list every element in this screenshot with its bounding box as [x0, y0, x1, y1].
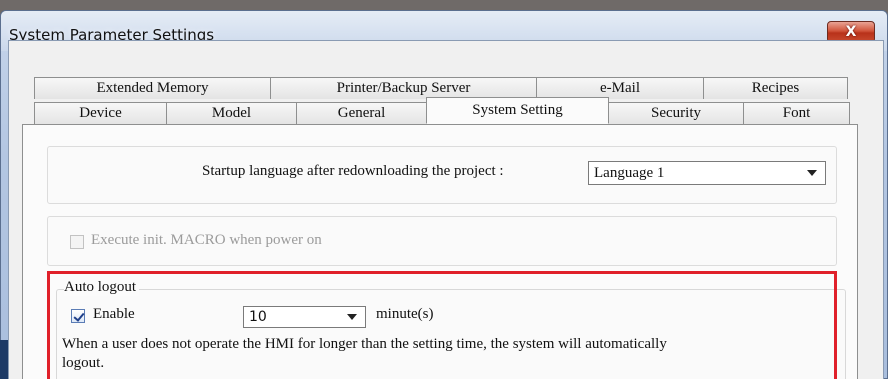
tab-email[interactable]: e-Mail [536, 77, 704, 99]
tab-font[interactable]: Font [743, 102, 850, 124]
init-macro-label: Execute init. MACRO when power on [91, 232, 322, 248]
tab-row-top: Extended Memory Printer/Backup Server e-… [34, 77, 848, 99]
tab-general[interactable]: General [296, 102, 427, 124]
tab-row-bottom: Device Model General System Setting Secu… [34, 97, 850, 124]
init-macro-checkbox[interactable] [70, 235, 84, 249]
tab-extended-memory[interactable]: Extended Memory [34, 77, 271, 99]
tab-system-setting[interactable]: System Setting [426, 97, 609, 124]
close-icon: X [845, 24, 857, 40]
background-edge [0, 340, 8, 379]
chevron-down-icon [807, 170, 817, 176]
tab-recipes[interactable]: Recipes [703, 77, 848, 99]
tab-model[interactable]: Model [166, 102, 297, 124]
startup-language-value: Language 1 [594, 164, 665, 181]
startup-language-select[interactable]: Language 1 [588, 161, 826, 185]
tab-device[interactable]: Device [34, 102, 167, 124]
startup-language-label: Startup language after redownloading the… [202, 163, 504, 179]
highlight-box [47, 271, 837, 379]
tab-printer-backup-server[interactable]: Printer/Backup Server [270, 77, 537, 99]
tab-security[interactable]: Security [608, 102, 744, 124]
